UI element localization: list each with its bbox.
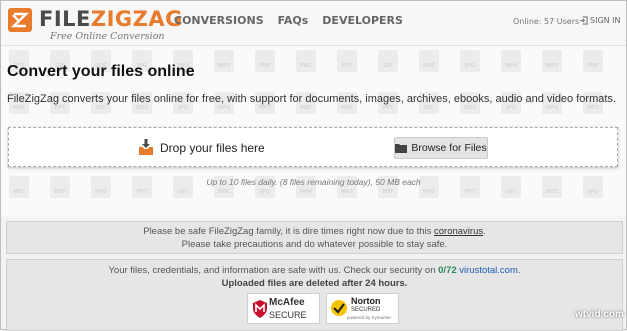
background-file-icon-label: PPT [382,105,394,111]
upload-limits-text: Up to 10 files daily. (8 files remaining… [206,177,421,187]
notice-punctuation: . [483,226,486,237]
main-nav: CONVERSIONS FAQs DEVELOPERS [174,14,417,27]
background-file-icon-label: PPT [136,189,148,195]
background-file-icon-label: MP4 [545,105,559,111]
background-file-icon-label: PDF [300,105,312,111]
background-file-icon-label: MP3 [12,189,26,195]
virustotal-score: 0/72 [438,265,457,276]
background-file-icon-label: MP4 [299,189,313,195]
background-file-icon: PPT [337,50,357,72]
virustotal-link[interactable]: virustotal.com [459,265,518,276]
background-file-icon-label: JPG [178,105,188,111]
background-file-icon-label: PNG [341,105,353,111]
background-file-icon-label: GIF [424,105,434,111]
background-file-icon-label: DOC [422,63,436,69]
page-title: Convert your files online [7,63,195,80]
background-file-icon: PDF [255,50,275,72]
watermark: wtvid.com [575,309,624,320]
background-file-icon-label: PNG [13,105,25,111]
background-file-icon: JPG [460,50,480,72]
coronavirus-notice: Please be safe FileZigZag family, it is … [6,221,623,254]
security-notice: Your files, credentials, and information… [6,259,623,331]
nav-conversions[interactable]: CONVERSIONS [174,14,264,27]
site-header: FILEZIGZAG Free Online Conversion CONVER… [1,1,626,46]
notice-line: Please be safe FileZigZag family, it is … [7,225,622,238]
background-file-icon-label: PDF [259,63,271,69]
download-tray-icon [139,139,153,155]
background-file-icon: PNG [296,50,316,72]
background-file-icon-label: PPT [54,105,66,111]
mcafee-secure-text: SECURE [269,310,307,320]
mcafee-shield-icon [253,300,267,318]
background-file-icon-label: GIF [178,189,188,195]
background-file-icon-label: PNG [300,63,312,69]
background-file-icon-label: JPG [465,63,475,69]
background-file-icon-label: MP3 [340,189,354,195]
page-description: FileZigZag converts your files online fo… [7,93,616,105]
background-file-icon-label: PNG [423,189,435,195]
background-file-icon-label: PPT [464,189,476,195]
nav-developers[interactable]: DEVELOPERS [322,14,403,27]
zigzag-logo-icon [8,8,32,32]
logo-wordmark: FILEZIGZAG [39,7,183,31]
background-file-icon-label: DOC [135,105,149,111]
norton-brand-text: Norton [351,296,381,306]
mcafee-brand-text: McAfee [269,297,305,308]
browse-files-label: Browse for Files [411,142,487,154]
background-file-icon-label: DOC [217,189,231,195]
background-file-icon: MP3 [542,50,562,72]
security-line: Your files, credentials, and information… [7,264,622,277]
background-file-icon-label: PDF [587,63,599,69]
file-drop-zone[interactable]: Drop your files here Browse for Files [8,127,618,167]
background-file-icon-label: MP3 [217,63,231,69]
security-punctuation: . [517,265,521,276]
background-file-icon-label: PPT [341,63,353,69]
deletion-policy-text: Uploaded files are deleted after 24 hour… [221,278,408,289]
converter-section: PPT GIF DOC JPG MP4 MP3 PDF PNG PPT GIF DOC JPG MP4 M… [1,46,626,216]
mcafee-secure-badge[interactable]: McAfee SECURE [247,293,320,324]
coronavirus-link[interactable]: coronavirus [434,226,483,237]
drop-files-label: Drop your files here [160,141,265,155]
site-logo[interactable]: FILEZIGZAG Free Online Conversion [5,4,182,42]
browse-files-button[interactable]: Browse for Files [394,137,488,159]
norton-secured-badge[interactable]: Norton SECURED powered by Symantec [326,293,399,324]
background-file-icon-label: MP4 [217,105,231,111]
notice-text: Please be safe FileZigZag family, it is … [143,226,434,237]
background-file-icon: GIF [378,50,398,72]
background-file-icon-label: GIF [383,63,393,69]
background-file-icon-label: GIF [96,105,106,111]
background-file-icon-label: DOC [545,189,559,195]
sign-in-label: SIGN IN [590,16,621,25]
security-text: Your files, credentials, and information… [108,265,439,276]
norton-checkmark-icon [331,300,347,316]
norton-powered-text: powered by Symantec [347,315,392,320]
background-file-icon-label: JPG [506,105,516,111]
logo-tagline: Free Online Conversion [50,31,165,42]
background-file-icon: MP4 [501,50,521,72]
security-badges: McAfee SECURE Norton SECURED powered by … [247,293,399,324]
background-file-icon-label: DOC [463,105,477,111]
notice-line-2: Please take precautions and do whatever … [181,239,448,250]
background-file-icon-label: MP3 [545,63,559,69]
online-users-count: Online: 57 Users [513,17,580,26]
background-file-icon-label: JPG [588,189,598,195]
sign-in-icon [579,16,588,25]
background-file-icon-label: GIF [506,189,516,195]
background-file-icon: PDF [583,50,603,72]
folder-icon [395,144,408,153]
background-file-icon-label: PDF [382,189,394,195]
background-file-icon: DOC [419,50,439,72]
background-file-icon-label: MP3 [258,105,272,111]
norton-secured-text: SECURED [351,307,381,313]
background-file-icon-label: MP4 [504,63,518,69]
background-file-icon-label: PDF [54,189,66,195]
nav-faqs[interactable]: FAQs [278,14,309,27]
background-file-icon-label: JPG [260,189,270,195]
background-file-icon-label: MP3 [586,105,600,111]
sign-in-link[interactable]: SIGN IN [579,16,621,25]
background-file-icon-label: PNG [95,189,107,195]
background-file-icon: MP3 [214,50,234,72]
